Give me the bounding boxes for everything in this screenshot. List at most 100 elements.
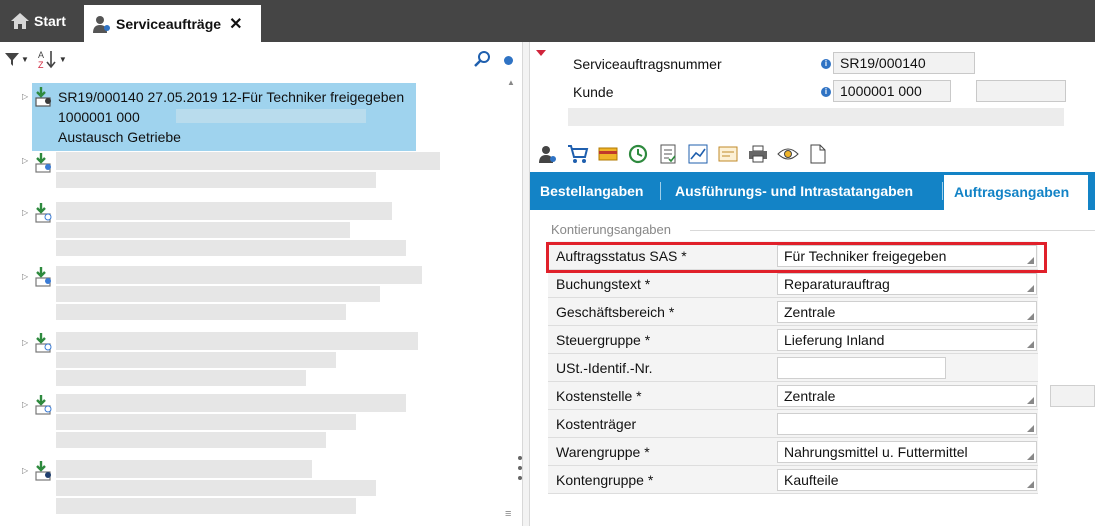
customer-extra-field[interactable] [976, 80, 1066, 102]
tab-service-orders-label: Serviceaufträge [116, 15, 222, 32]
section-title: Kontierungsangaben [551, 222, 671, 237]
checklist-button[interactable] [656, 143, 680, 165]
dropdown-corner-icon[interactable] [1027, 397, 1034, 404]
account-group-select[interactable]: Kaufteile [777, 469, 1037, 491]
tab-start[interactable]: Start [0, 0, 80, 42]
field-label: Warengruppe * [556, 444, 650, 460]
form-row-booking-text: Buchungstext * Reparaturauftrag [548, 270, 1038, 298]
blurred-text [56, 460, 312, 478]
form-row-cost-unit: Kostenträger [548, 410, 1038, 438]
expand-arrow-icon[interactable]: ▷ [22, 400, 28, 409]
expand-arrow-icon[interactable]: ▷ [22, 156, 28, 165]
print-button[interactable] [746, 143, 770, 165]
product-group-select[interactable]: Nahrungsmittel u. Futtermittel [777, 441, 1037, 463]
pane-splitter[interactable] [522, 42, 530, 526]
blurred-text [176, 109, 366, 123]
cart-button[interactable] [566, 143, 590, 165]
list-item-line3: Austausch Getriebe [58, 129, 181, 145]
home-icon [11, 13, 29, 29]
printer-icon [749, 145, 767, 163]
blurred-text [56, 370, 306, 386]
field-label: Buchungstext * [556, 276, 651, 292]
collapse-header-icon[interactable] [536, 50, 546, 56]
blurred-text [56, 394, 406, 412]
cost-center-select[interactable]: Zentrale [777, 385, 1037, 407]
dropdown-corner-icon[interactable] [1027, 313, 1034, 320]
eye-preview-icon [777, 148, 799, 160]
business-area-select[interactable]: Zentrale [777, 301, 1037, 323]
expand-arrow-icon[interactable]: ▷ [22, 338, 28, 347]
form-row-cost-center: Kostenstelle * Zentrale [548, 382, 1038, 410]
blurred-text [56, 432, 326, 448]
expand-arrow-icon[interactable]: ▷ [22, 208, 28, 217]
status-dot-icon[interactable] [504, 56, 513, 65]
tab-service-orders[interactable]: Serviceaufträge ✕ [84, 5, 261, 42]
service-order-icon [35, 333, 52, 353]
form-row-vat-id: USt.-Identif.-Nr. [548, 354, 1038, 382]
sort-button[interactable]: A Z ▼ [37, 49, 67, 69]
service-order-icon [35, 87, 51, 107]
search-icon[interactable] [474, 50, 492, 68]
form-row-product-group: Warengruppe * Nahrungsmittel u. Futtermi… [548, 438, 1038, 466]
field-label: Kontengruppe * [556, 472, 654, 488]
close-icon[interactable]: ✕ [229, 14, 242, 34]
list-menu-icon[interactable]: ≡ [505, 508, 511, 520]
info-icon[interactable]: i [821, 87, 831, 97]
filter-icon [5, 53, 19, 66]
filter-button[interactable]: ▼ [4, 51, 29, 67]
info-icon[interactable]: i [821, 59, 831, 69]
blurred-text [56, 152, 440, 170]
report-button[interactable] [686, 143, 710, 165]
splitter-grip-icon[interactable] [518, 456, 522, 486]
tab-order-details[interactable]: Bestellangaben [530, 172, 661, 210]
field-value: Zentrale [784, 304, 836, 320]
service-person-icon [539, 146, 556, 163]
scroll-up-arrow[interactable]: ▲ [507, 78, 515, 87]
service-order-icon [35, 461, 51, 481]
tab-execution-intrastat[interactable]: Ausführungs- und Intrastatangaben [665, 172, 943, 210]
field-value: Nahrungsmittel u. Futtermittel [784, 444, 968, 460]
list-item-line1: SR19/000140 27.05.2019 12-Für Techniker … [58, 89, 405, 105]
dropdown-corner-icon[interactable] [1027, 341, 1034, 348]
payment-button[interactable] [596, 143, 620, 165]
cost-unit-select[interactable] [777, 413, 1037, 435]
service-order-icon [35, 395, 52, 415]
customer-field[interactable]: 1000001 000 [833, 80, 951, 102]
order-number-field[interactable]: SR19/000140 [833, 52, 975, 74]
list-toolbar: ▼ A Z ▼ [4, 46, 67, 72]
tax-group-select[interactable]: Lieferung Inland [777, 329, 1037, 351]
invoice-icon [718, 146, 738, 162]
section-divider [690, 230, 1095, 231]
blurred-text [56, 332, 418, 350]
blurred-text [56, 202, 392, 220]
expand-arrow-icon[interactable]: ▷ [22, 92, 28, 101]
field-value: Reparaturauftrag [784, 276, 890, 292]
customer-label: Kunde [573, 84, 614, 100]
svg-text:Z: Z [38, 60, 44, 69]
blurred-text [568, 108, 1064, 126]
form-row-tax-group: Steuergruppe * Lieferung Inland [548, 326, 1038, 354]
booking-text-select[interactable]: Reparaturauftrag [777, 273, 1037, 295]
history-button[interactable] [626, 143, 650, 165]
service-person-button[interactable] [536, 143, 560, 165]
dropdown-corner-icon[interactable] [1027, 453, 1034, 460]
tab-start-label: Start [34, 13, 66, 29]
cost-center-extra-field[interactable] [1050, 385, 1095, 407]
tab-order-info[interactable]: Auftragsangaben [944, 175, 1088, 210]
field-label: Kostenträger [556, 416, 637, 432]
dropdown-corner-icon[interactable] [1027, 285, 1034, 292]
field-value: Lieferung Inland [784, 332, 885, 348]
preview-button[interactable] [776, 143, 800, 165]
vat-id-input[interactable] [777, 357, 946, 379]
dropdown-corner-icon[interactable] [1027, 481, 1034, 488]
document-icon [810, 144, 826, 164]
blurred-text [56, 240, 406, 256]
expand-arrow-icon[interactable]: ▷ [22, 466, 28, 475]
dropdown-corner-icon[interactable] [1027, 425, 1034, 432]
history-icon [628, 144, 648, 164]
tab-label: Auftragsangaben [954, 184, 1070, 200]
expand-arrow-icon[interactable]: ▷ [22, 272, 28, 281]
invoice-button[interactable] [716, 143, 740, 165]
new-document-button[interactable] [806, 143, 830, 165]
service-order-icon [35, 203, 52, 223]
